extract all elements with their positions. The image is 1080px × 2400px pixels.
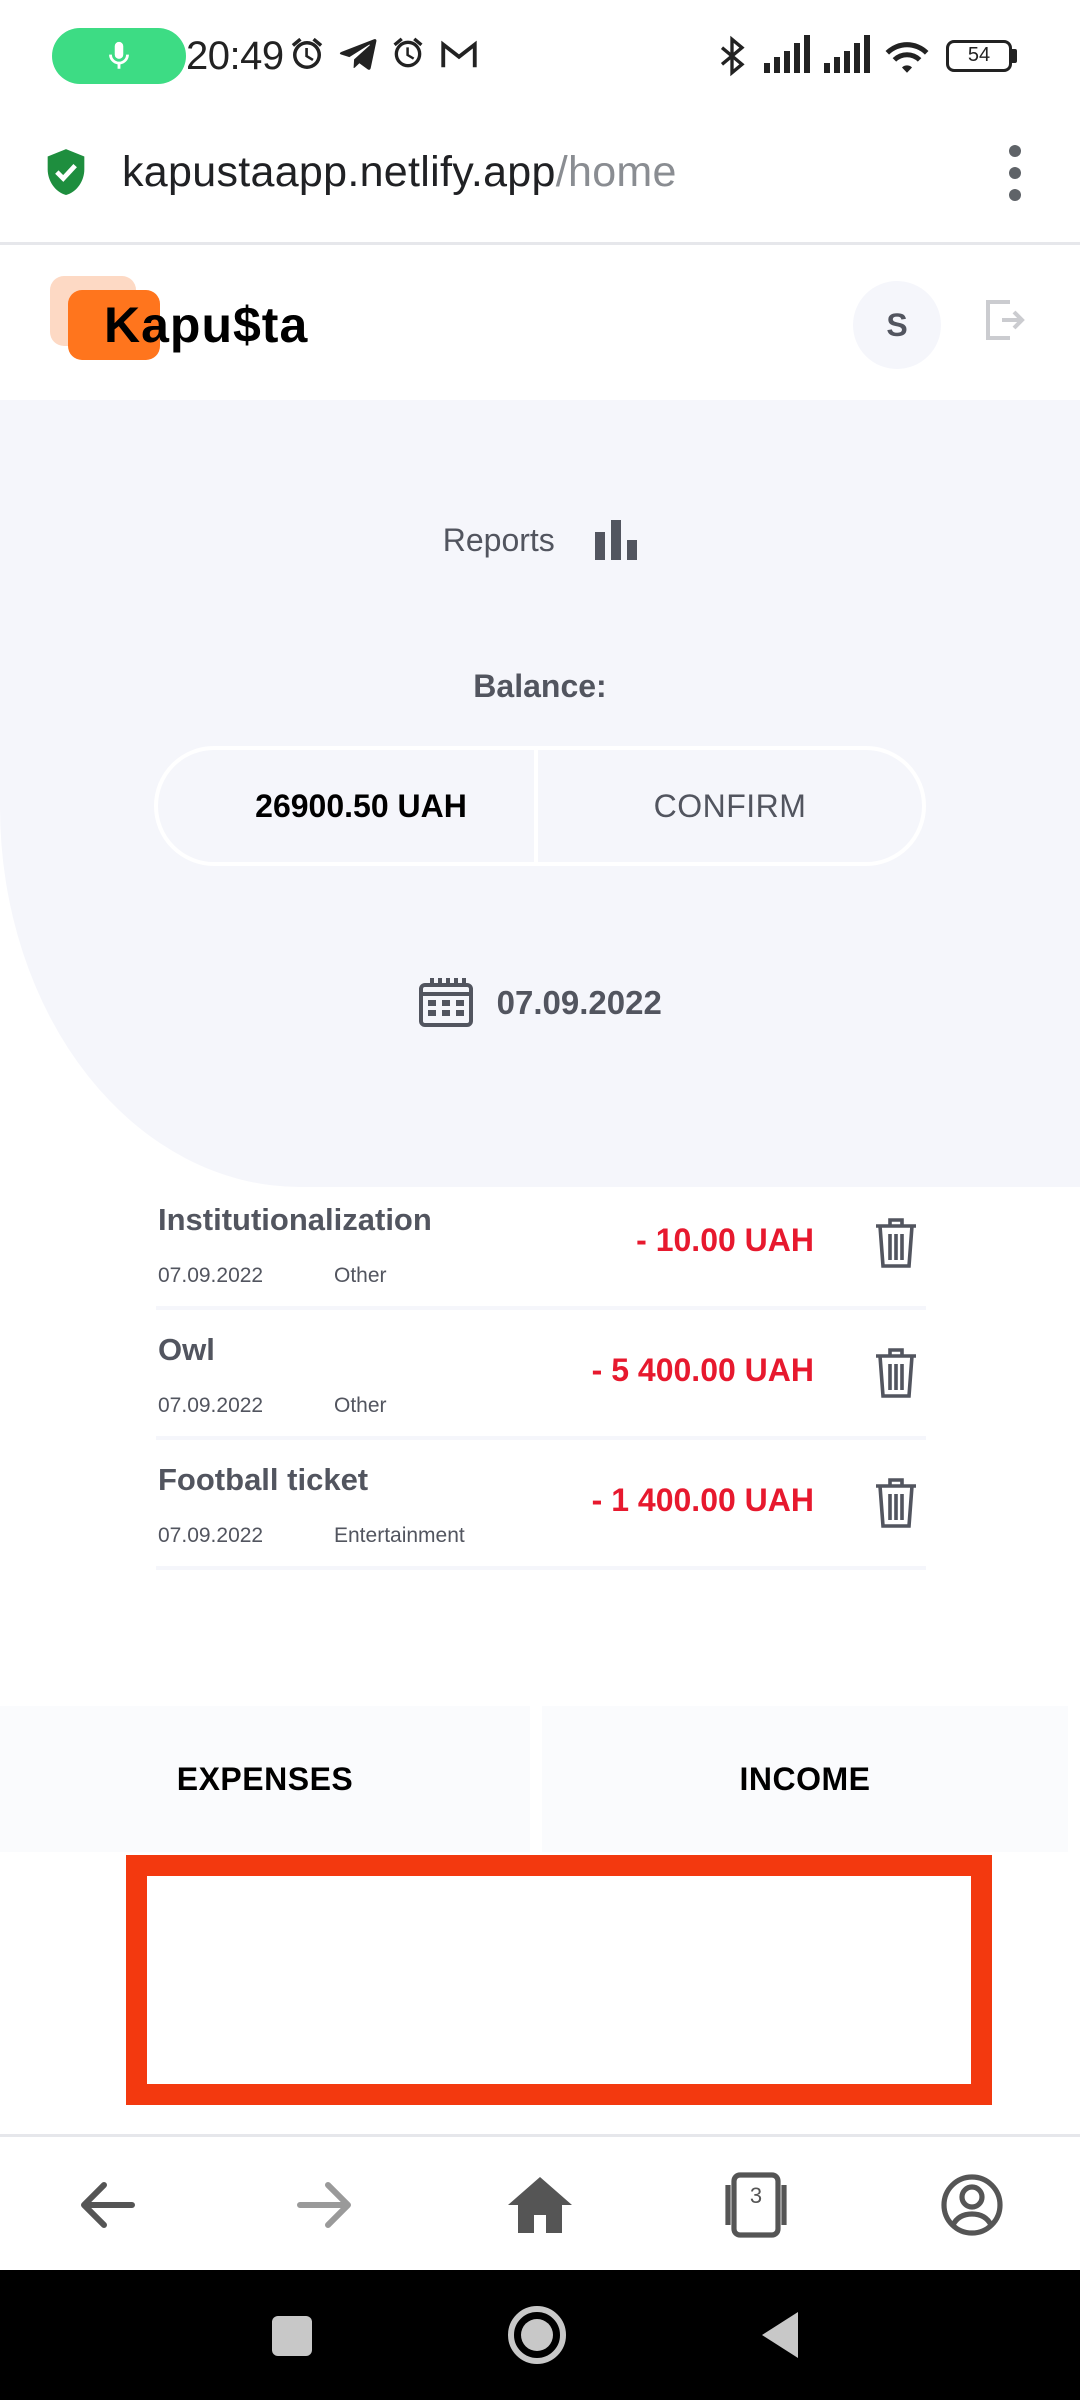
reports-label: Reports bbox=[442, 521, 555, 558]
telegram-icon bbox=[339, 39, 377, 70]
status-bar: 20:49 54 bbox=[0, 0, 1080, 115]
tabs-count: 3 bbox=[749, 2183, 763, 2208]
logout-icon[interactable] bbox=[980, 296, 1028, 344]
browser-toolbar: 3 bbox=[0, 2134, 1080, 2270]
calendar-icon[interactable] bbox=[418, 978, 474, 1028]
alarm-icon bbox=[291, 37, 323, 69]
highlight-box bbox=[126, 1855, 992, 2105]
transaction-row: Institutionalization 07.09.2022 Other - … bbox=[156, 1200, 926, 1310]
delete-icon[interactable] bbox=[874, 1476, 918, 1530]
battery-icon: 54 bbox=[946, 40, 1012, 72]
balance-label: Balance: bbox=[473, 668, 607, 704]
delete-icon[interactable] bbox=[874, 1346, 918, 1400]
transaction-row: Football ticket 07.09.2022 Entertainment… bbox=[156, 1440, 926, 1570]
back-nav-icon[interactable] bbox=[756, 2304, 804, 2366]
transaction-date: 07.09.2022 bbox=[158, 1394, 264, 1417]
gmail-icon bbox=[441, 40, 477, 68]
confirm-button[interactable]: CONFIRM bbox=[538, 750, 922, 862]
battery-level: 54 bbox=[967, 44, 991, 66]
wifi-icon bbox=[885, 42, 929, 73]
signal-icon bbox=[824, 35, 870, 73]
kapusta-logo[interactable]: Kapu$ta bbox=[50, 276, 330, 366]
date-picker[interactable]: 07.09.2022 bbox=[0, 978, 1080, 1028]
balance-form: 26900.50 UAH CONFIRM bbox=[154, 746, 926, 866]
url-path: /home bbox=[555, 148, 677, 196]
forward-button[interactable] bbox=[284, 2167, 364, 2243]
delete-icon[interactable] bbox=[874, 1216, 918, 1270]
transaction-row: Owl 07.09.2022 Other - 5 400.00 UAH bbox=[156, 1310, 926, 1440]
browser-menu-button[interactable] bbox=[1000, 145, 1030, 205]
signal-icon bbox=[764, 35, 810, 73]
back-button[interactable] bbox=[68, 2167, 148, 2243]
balance-section: Reports Balance: 26900.50 UAH CONFIRM 07… bbox=[0, 400, 1080, 1187]
bar-chart-icon[interactable] bbox=[595, 520, 638, 560]
android-nav-bar bbox=[0, 2270, 1080, 2400]
transaction-amount: - 5 400.00 UAH bbox=[591, 1352, 814, 1388]
url-domain: kapustaapp.netlify.app bbox=[122, 148, 556, 196]
home-icon bbox=[508, 2177, 572, 2233]
transaction-description: Institutionalization bbox=[158, 1202, 432, 1237]
alarm-icon bbox=[393, 37, 423, 68]
tab-income[interactable]: INCOME bbox=[542, 1706, 1068, 1852]
transaction-category: Other bbox=[334, 1394, 387, 1417]
browser-url-bar[interactable]: kapustaapp.netlify.app/home bbox=[0, 115, 1080, 245]
battery-tip bbox=[1012, 49, 1017, 63]
transaction-amount: - 10.00 UAH bbox=[636, 1222, 814, 1258]
status-time: 20:49 bbox=[186, 34, 284, 78]
transaction-category: Entertainment bbox=[334, 1524, 465, 1547]
logo-text: Kapu$ta bbox=[104, 297, 309, 353]
transaction-amount: - 1 400.00 UAH bbox=[591, 1482, 814, 1518]
recents-icon[interactable] bbox=[270, 2304, 314, 2366]
transaction-description: Owl bbox=[158, 1332, 215, 1367]
tab-expenses[interactable]: EXPENSES bbox=[0, 1706, 530, 1852]
secure-shield-icon[interactable] bbox=[44, 147, 88, 199]
arrow-right-icon bbox=[297, 2182, 351, 2228]
url-text[interactable]: kapustaapp.netlify.app/home bbox=[122, 148, 677, 197]
transaction-date: 07.09.2022 bbox=[158, 1264, 264, 1287]
transaction-type-tabs: EXPENSES INCOME bbox=[0, 1706, 1080, 1852]
app-header: Kapu$ta S bbox=[0, 248, 1080, 400]
transaction-date: 07.09.2022 bbox=[158, 1524, 264, 1547]
balance-input[interactable]: 26900.50 UAH bbox=[158, 750, 538, 862]
account-button[interactable] bbox=[932, 2167, 1012, 2243]
home-button[interactable] bbox=[500, 2167, 580, 2243]
transaction-description: Football ticket bbox=[158, 1462, 369, 1497]
arrow-left-icon bbox=[81, 2182, 135, 2228]
reports-link[interactable]: Reports bbox=[0, 520, 1080, 560]
bluetooth-icon bbox=[720, 35, 745, 77]
account-icon bbox=[941, 2174, 1003, 2236]
mic-icon bbox=[109, 41, 129, 69]
home-nav-icon[interactable] bbox=[506, 2304, 568, 2366]
mic-indicator bbox=[52, 28, 186, 84]
tabs-button[interactable]: 3 bbox=[716, 2167, 796, 2243]
transaction-category: Other bbox=[334, 1264, 387, 1287]
transactions-list[interactable]: Institutionalization 07.09.2022 Other - … bbox=[156, 1200, 926, 1620]
selected-date: 07.09.2022 bbox=[496, 984, 662, 1021]
user-avatar[interactable]: S bbox=[853, 281, 941, 369]
